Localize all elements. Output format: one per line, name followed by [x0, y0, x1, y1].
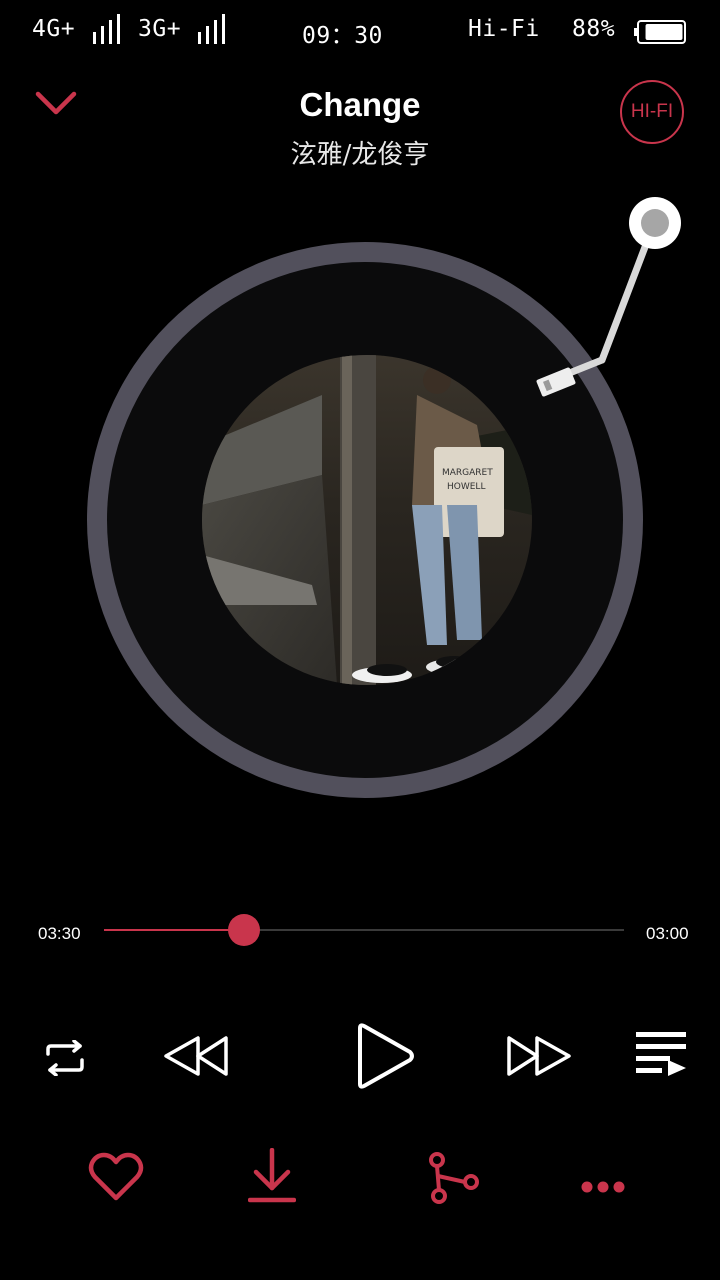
- previous-icon[interactable]: [160, 1032, 232, 1080]
- status-bar: 4G+ 3G+ 09：30 Hi-Fi 88%: [0, 0, 720, 66]
- signal-strength-icon: [93, 14, 120, 44]
- song-title: Change: [299, 86, 421, 123]
- network-type-2: 3G+: [138, 16, 182, 42]
- heart-icon[interactable]: [87, 1152, 145, 1202]
- play-icon[interactable]: [352, 1022, 418, 1090]
- progress-bar[interactable]: [104, 914, 624, 946]
- hifi-button[interactable]: HI-FI: [620, 80, 684, 144]
- svg-text:MARGARET: MARGARET: [442, 468, 493, 478]
- share-icon[interactable]: [424, 1150, 482, 1208]
- total-duration: 03:00: [646, 924, 689, 943]
- signal-strength-icon: [198, 14, 225, 44]
- audio-mode-indicator: Hi-Fi: [468, 16, 540, 42]
- next-icon[interactable]: [503, 1032, 575, 1080]
- download-icon[interactable]: [248, 1148, 296, 1204]
- playlist-icon[interactable]: [634, 1030, 688, 1078]
- album-cover: MARGARET HOWELL: [202, 355, 532, 685]
- battery-icon: [634, 20, 686, 44]
- elapsed-time: 03:30: [38, 924, 81, 943]
- song-artist: 泫雅/龙俊亨: [290, 140, 430, 170]
- progress-knob[interactable]: [228, 914, 261, 946]
- repeat-icon[interactable]: [40, 1040, 90, 1076]
- battery-percent: 88%: [572, 16, 616, 42]
- hifi-label: HI-FI: [630, 101, 674, 122]
- svg-text:HOWELL: HOWELL: [447, 482, 485, 492]
- tonearm[interactable]: [520, 190, 700, 420]
- clock: 09：30: [302, 23, 383, 49]
- network-type-1: 4G+: [32, 16, 76, 42]
- progress-fill: [104, 929, 245, 931]
- more-icon[interactable]: [580, 1178, 626, 1196]
- album-cover-image: MARGARET HOWELL: [202, 355, 532, 685]
